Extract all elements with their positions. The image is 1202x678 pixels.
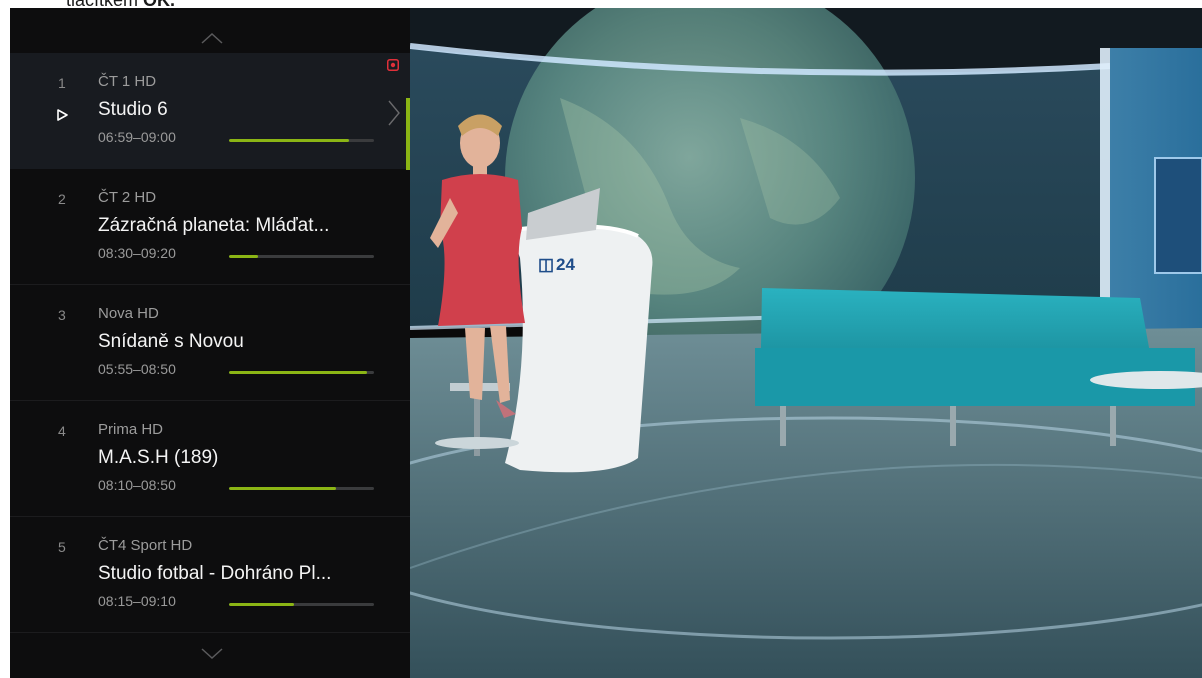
channel-item-1[interactable]: 1 ČT 1 HD Studio 6 06:59–09:00 [10, 53, 410, 170]
program-time: 06:59–09:00 [98, 129, 176, 145]
tv-screen: 1 ČT 1 HD Studio 6 06:59–09:00 2 ČT 2 HD… [10, 8, 1202, 678]
channel-item-5[interactable]: 5 ČT4 Sport HD Studio fotbal - Dohráno P… [10, 517, 410, 633]
program-progress-bar [229, 487, 374, 490]
program-time: 08:30–09:20 [98, 245, 176, 261]
play-icon [57, 109, 68, 121]
channel-item-4[interactable]: 4 Prima HD M.A.S.H (189) 08:10–08:50 [10, 401, 410, 517]
channel-item-3[interactable]: 3 Nova HD Snídaně s Novou 05:55–08:50 [10, 285, 410, 401]
channel-number: 4 [58, 423, 66, 439]
program-time: 08:10–08:50 [98, 477, 176, 493]
program-progress-bar [229, 603, 374, 606]
program-title: Zázračná planeta: Mláďat... [98, 215, 330, 236]
program-progress-fill [229, 139, 350, 142]
channel-name: Prima HD [98, 421, 164, 438]
program-progress-fill [229, 603, 295, 606]
chevron-up-icon[interactable] [200, 30, 224, 46]
chevron-right-icon[interactable] [387, 99, 401, 127]
program-title: Studio fotbal - Dohráno Pl... [98, 563, 332, 584]
program-progress-bar [229, 255, 374, 258]
svg-text:◫: ◫ [538, 255, 554, 274]
record-icon [387, 59, 399, 71]
program-progress-fill [229, 487, 337, 490]
channel-name: Nova HD [98, 305, 159, 322]
channel-name: ČT4 Sport HD [98, 537, 193, 554]
program-title: M.A.S.H (189) [98, 447, 219, 468]
program-progress-fill [229, 371, 367, 374]
channel-name: ČT 1 HD [98, 73, 157, 90]
program-title: Studio 6 [98, 99, 168, 120]
program-time: 05:55–08:50 [98, 361, 176, 377]
channel-number: 5 [58, 539, 66, 555]
program-progress-bar [229, 371, 374, 374]
channel-list-panel: 1 ČT 1 HD Studio 6 06:59–09:00 2 ČT 2 HD… [10, 8, 410, 678]
program-progress-fill [229, 255, 258, 258]
channel-number: 2 [58, 191, 66, 207]
channel-logo-text: 24 [556, 255, 575, 274]
program-progress-bar [229, 139, 374, 142]
channel-number: 1 [58, 75, 66, 91]
chevron-down-icon[interactable] [200, 646, 224, 662]
channel-name: ČT 2 HD [98, 189, 157, 206]
program-title: Snídaně s Novou [98, 331, 244, 352]
channel-item-2[interactable]: 2 ČT 2 HD Zázračná planeta: Mláďat... 08… [10, 169, 410, 285]
channel-number: 3 [58, 307, 66, 323]
live-video: ◫ 24 [410, 8, 1202, 678]
program-time: 08:15–09:10 [98, 593, 176, 609]
